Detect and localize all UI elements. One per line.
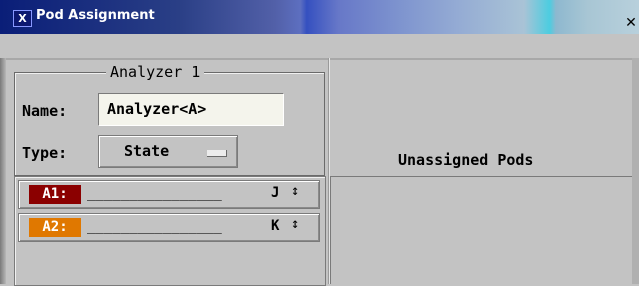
analyzer-type-select[interactable]: State bbox=[98, 135, 238, 168]
type-value: State bbox=[124, 142, 170, 160]
window-left-edge bbox=[0, 58, 6, 284]
toolbar-strip bbox=[0, 34, 639, 60]
pod-channel-line: ________________ bbox=[87, 218, 222, 234]
unassigned-pods-panel[interactable] bbox=[330, 176, 639, 284]
pod-badge-a2: A2: bbox=[29, 218, 81, 237]
close-icon[interactable]: ✕ bbox=[623, 15, 639, 31]
window-title: Pod Assignment bbox=[36, 8, 155, 23]
option-menu-indicator-icon bbox=[207, 150, 227, 157]
pod-channel-line: ________________ bbox=[87, 185, 222, 201]
analyzer-heading: Analyzer 1 bbox=[106, 63, 205, 81]
pod-connector-letter: J bbox=[271, 185, 280, 201]
analyzer-name-input[interactable]: Analyzer<A> bbox=[98, 93, 284, 126]
drag-handle-icon[interactable]: ↕ bbox=[291, 183, 299, 199]
type-label: Type: bbox=[22, 144, 68, 162]
drag-handle-icon[interactable]: ↕ bbox=[291, 216, 299, 232]
title-bar[interactable]: X Pod Assignment ✕ bbox=[0, 0, 639, 34]
name-label: Name: bbox=[22, 102, 68, 120]
pod-row-a1[interactable]: A1: ________________ J ↕ bbox=[18, 180, 320, 209]
window-menu-icon[interactable]: X bbox=[13, 10, 32, 27]
unassigned-pods-heading: Unassigned Pods bbox=[398, 151, 534, 169]
pod-row-a2[interactable]: A2: ________________ K ↕ bbox=[18, 213, 320, 242]
pod-badge-a1: A1: bbox=[29, 185, 81, 204]
pod-connector-letter: K bbox=[271, 218, 280, 234]
window-right-edge bbox=[632, 58, 639, 284]
